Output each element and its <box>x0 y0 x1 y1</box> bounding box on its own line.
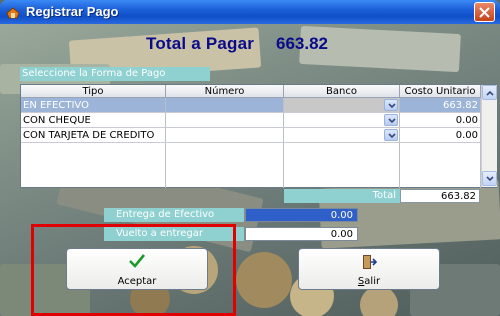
title-bar[interactable]: Registrar Pago <box>0 0 500 24</box>
cell-costo[interactable]: 0.00 <box>400 128 481 143</box>
bank-dropdown-button[interactable] <box>384 129 398 141</box>
grid-header: Tipo Número Banco Costo Unitario <box>21 85 481 98</box>
total-to-pay-label: Total a Pagar <box>146 34 255 53</box>
app-icon <box>6 7 20 19</box>
table-row[interactable]: EN EFECTIVO 663.82 <box>21 98 481 113</box>
vertical-scrollbar[interactable] <box>481 85 497 187</box>
cell-tipo[interactable]: CON CHEQUE <box>21 113 166 128</box>
cash-delivered-input[interactable]: 0.00 <box>245 208 358 222</box>
chevron-down-icon <box>388 118 396 124</box>
cell-banco[interactable] <box>284 98 400 113</box>
scroll-up-button[interactable] <box>482 85 497 100</box>
exit-button-label: Salir <box>357 276 381 287</box>
scroll-down-button[interactable] <box>482 171 497 186</box>
bank-dropdown-button[interactable] <box>384 114 398 126</box>
table-row[interactable]: CON TARJETA DE CREDITO 0.00 <box>21 128 481 143</box>
cell-banco[interactable] <box>284 128 400 143</box>
exit-door-icon <box>363 255 377 269</box>
cell-numero[interactable] <box>166 113 284 128</box>
cell-costo[interactable]: 0.00 <box>400 113 481 128</box>
window-title: Registrar Pago <box>26 4 119 19</box>
cell-costo[interactable]: 663.82 <box>400 98 481 113</box>
total-to-pay-value: 663.82 <box>276 34 328 53</box>
cash-delivered-label: Entrega de Efectivo <box>104 208 244 222</box>
close-icon <box>479 7 490 18</box>
column-header-banco[interactable]: Banco <box>284 85 400 98</box>
cell-tipo[interactable]: CON TARJETA DE CREDITO <box>21 128 166 143</box>
grid-total-value: 663.82 <box>400 189 480 203</box>
cell-numero[interactable] <box>166 98 284 113</box>
chevron-down-icon <box>388 133 396 139</box>
column-header-tipo[interactable]: Tipo <box>21 85 166 98</box>
chevron-down-icon <box>388 103 396 109</box>
column-header-costo[interactable]: Costo Unitario <box>400 85 481 98</box>
exit-button[interactable]: Salir <box>298 248 440 290</box>
column-header-numero[interactable]: Número <box>166 85 284 98</box>
grid-total-label: Total <box>284 189 400 203</box>
scroll-down-icon <box>486 176 494 182</box>
table-row[interactable]: CON CHEQUE 0.00 <box>21 113 481 128</box>
grid-empty-area <box>21 143 481 188</box>
cell-banco[interactable] <box>284 113 400 128</box>
change-due-field: 0.00 <box>245 227 358 241</box>
scroll-up-icon <box>486 90 494 96</box>
payment-method-label: Seleccione la Forma de Pago <box>20 67 210 81</box>
close-button[interactable] <box>474 2 495 22</box>
payment-grid[interactable]: Tipo Número Banco Costo Unitario EN EFEC… <box>20 84 497 188</box>
highlight-box <box>31 224 236 316</box>
cell-tipo[interactable]: EN EFECTIVO <box>21 98 166 113</box>
bank-dropdown-button[interactable] <box>384 99 398 111</box>
cell-numero[interactable] <box>166 128 284 143</box>
